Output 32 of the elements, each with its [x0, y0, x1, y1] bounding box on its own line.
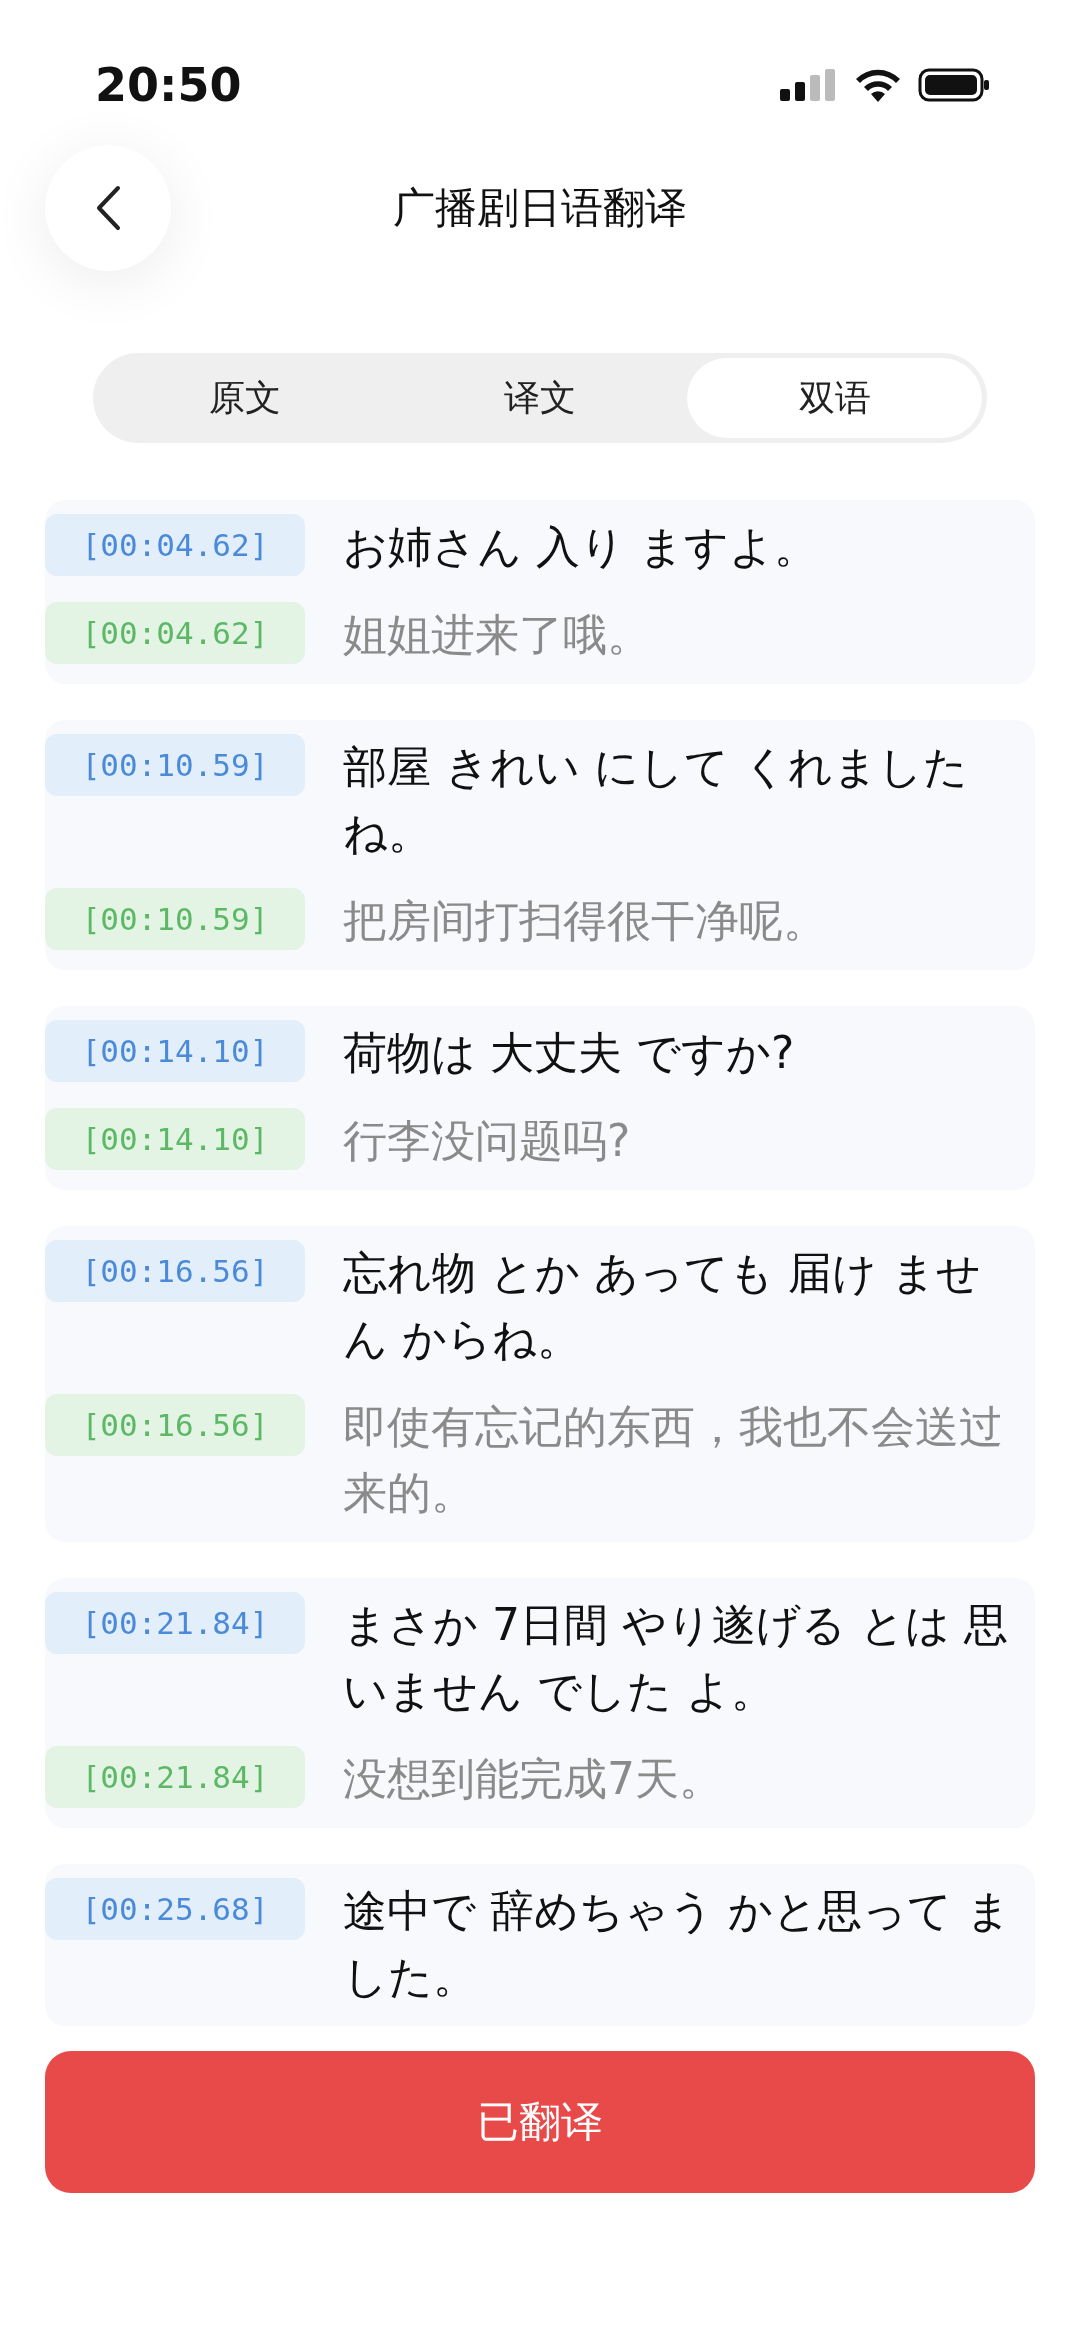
translation-text: 行李没问题吗? [343, 1114, 631, 1168]
translation-text: 即使有忘记的东西，我也不会送过来的。 [343, 1400, 1004, 1520]
page-title: 广播剧日语翻译 [393, 182, 687, 234]
view-tab[interactable]: 双语 [687, 358, 982, 438]
original-text: 部屋 きれい にして くれましたね。 [343, 740, 969, 860]
timestamp-badge: [00:10.59] [45, 734, 305, 796]
original-text: 荷物は 大丈夫 ですか? [343, 1026, 795, 1080]
original-text: 忘れ物 とか あっても 届け ません からね。 [343, 1246, 982, 1366]
timestamp-badge: [00:25.68] [45, 1878, 305, 1940]
timestamp-badge: [00:16.56] [45, 1394, 305, 1456]
original-text: まさか 7日間 やり遂げる とは 思いません でした よ。 [343, 1598, 1009, 1718]
signal-icon [780, 69, 838, 101]
translated-button[interactable]: 已翻译 [45, 2051, 1035, 2193]
translation-text: 没想到能完成7天。 [343, 1752, 723, 1806]
timestamp-badge: [00:04.62] [45, 514, 305, 576]
wifi-icon [854, 68, 902, 102]
battery-icon [918, 68, 990, 102]
original-text: 途中で 辞めちゃう かと思って ました。 [343, 1884, 1012, 2004]
chevron-left-icon [94, 184, 122, 232]
translation-text: 姐姐进来了哦。 [343, 608, 651, 662]
view-tab[interactable]: 原文 [98, 358, 393, 438]
timestamp-badge: [00:21.84] [45, 1592, 305, 1654]
timestamp-badge: [00:10.59] [45, 888, 305, 950]
translation-text: 把房间打扫得很干净呢。 [343, 894, 827, 948]
timestamp-badge: [00:14.10] [45, 1108, 305, 1170]
timestamp-badge: [00:14.10] [45, 1020, 305, 1082]
status-time: 20:50 [95, 58, 242, 112]
original-text: お姉さん 入り ますよ。 [343, 520, 818, 574]
timestamp-badge: [00:21.84] [45, 1746, 305, 1808]
view-tab[interactable]: 译文 [392, 358, 688, 438]
timestamp-badge: [00:16.56] [45, 1240, 305, 1302]
timestamp-badge: [00:04.62] [45, 602, 305, 664]
